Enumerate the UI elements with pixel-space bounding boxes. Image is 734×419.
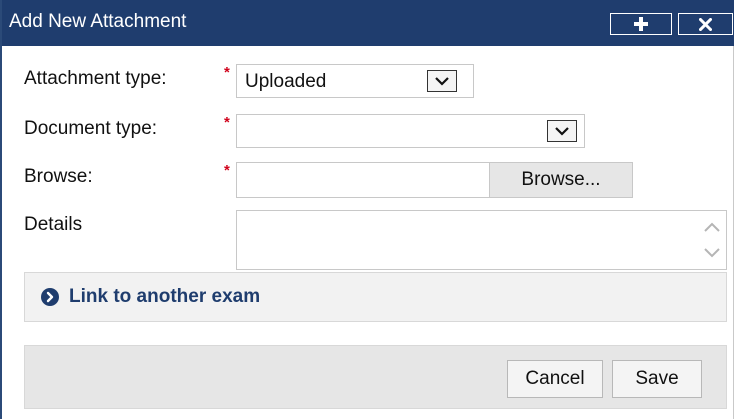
attachment-type-value: Uploaded [245,71,327,92]
document-type-select[interactable] [236,114,585,148]
link-exam-text[interactable]: Link to another exam [69,286,260,308]
close-icon [699,17,712,31]
chevron-down-icon[interactable] [547,120,577,142]
dialog-footer: Cancel Save [24,345,727,409]
dialog-titlebar: Add New Attachment [2,0,734,46]
browse-button[interactable]: Browse... [489,162,633,198]
add-button[interactable] [610,13,672,35]
link-exam-panel[interactable]: Link to another exam [24,272,727,322]
save-button[interactable]: Save [612,360,702,398]
chevron-right-circle-icon [41,288,59,306]
required-marker: * [224,114,230,131]
details-label: Details [24,214,83,235]
add-attachment-dialog: Add New Attachment Attachment type: * Up… [0,0,734,419]
chevron-down-icon[interactable] [427,70,457,92]
details-textarea[interactable] [236,210,727,270]
dialog-title: Add New Attachment [9,11,187,32]
attachment-type-select[interactable]: Uploaded [236,64,474,98]
browse-label: Browse: [24,166,93,187]
scroll-down-icon[interactable] [702,245,722,261]
scroll-up-icon[interactable] [702,219,722,235]
required-marker: * [224,64,230,81]
attachment-type-label: Attachment type: [24,68,167,89]
cancel-button[interactable]: Cancel [507,360,603,398]
required-marker: * [224,162,230,179]
plus-icon [634,17,648,31]
close-button[interactable] [678,13,733,35]
document-type-label: Document type: [24,118,158,139]
